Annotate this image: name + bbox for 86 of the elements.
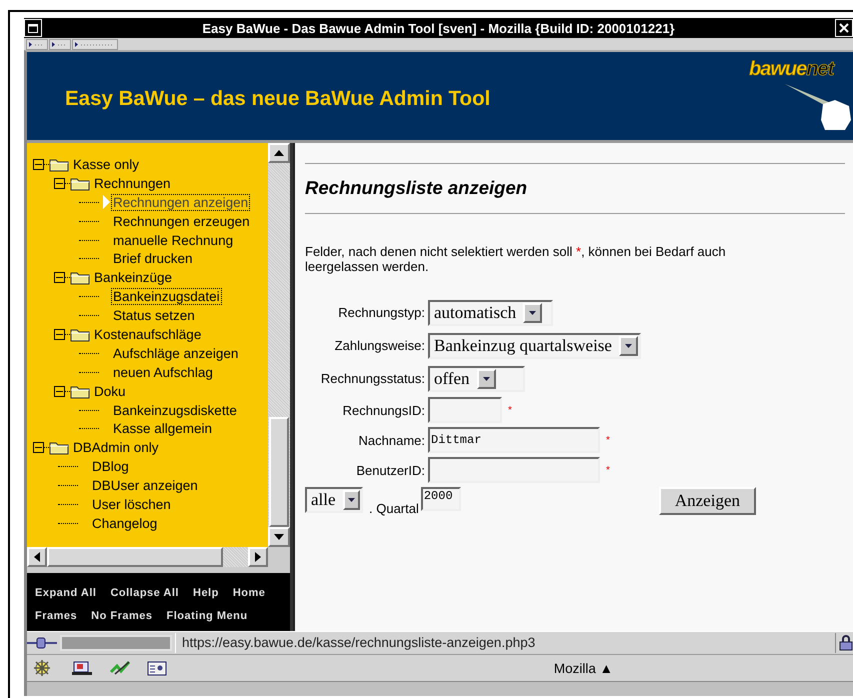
tree-item[interactable]: Changelog [90,514,160,532]
tree-item[interactable]: Rechnungen anzeigen [111,194,250,211]
collapse-icon[interactable] [54,328,65,340]
required-mark: * [606,464,610,476]
window-title: Easy BaWue - Das Bawue Admin Tool [sven] - Mozilla {Build ID: 2000101221} [201,20,676,36]
field-label: RechnungsID: [342,402,426,418]
nav-link[interactable]: Frames [35,610,78,622]
tree-item[interactable]: DBUser anzeigen [90,477,200,494]
collapse-icon[interactable] [33,158,44,170]
collapse-icon[interactable] [54,272,65,284]
tree-item[interactable]: Rechnungen erzeugen [111,212,252,230]
tree-folder-label[interactable]: DBAdmin only [71,439,161,456]
nav-link[interactable]: Collapse All [110,586,179,598]
quarter-dropdown[interactable]: alle [305,487,363,513]
input-field[interactable] [428,397,502,423]
folder-icon [49,156,69,172]
dropdown[interactable]: automatisch [428,300,553,326]
input-field[interactable] [428,457,600,483]
taskbar-label[interactable]: Mozilla ▲ [554,660,613,676]
form-instructions: Felder, nach denen nicht selektiert werden soll *, können bei Bedarf auch leergelassen werden. [305,244,727,274]
address-book-icon[interactable] [147,660,167,676]
tree-folder-label[interactable]: Doku [92,382,128,400]
collapse-icon[interactable] [33,442,44,454]
folder-icon [49,440,69,456]
site-title: Easy BaWue – das neue BaWue Admin Tool [65,87,490,111]
scroll-thumb[interactable] [269,417,289,527]
tree-folder-label[interactable]: Kasse only [71,156,142,173]
site-logo: bawuenet [749,58,853,136]
caret-down-icon [528,310,538,316]
scroll-down-icon [274,534,284,540]
window-icon [28,24,38,32]
horizontal-scrollbar[interactable] [27,547,268,567]
tree-item[interactable]: manuelle Rechnung [111,232,236,248]
tree-item[interactable]: Bankeinzugsdatei [111,288,222,306]
nav-link[interactable]: Home [232,586,266,598]
caret-down-icon [346,497,356,503]
caret-down-icon [482,376,491,382]
padlock-icon [839,635,853,651]
tree-item[interactable]: neuen Aufschlag [111,364,215,381]
window-menu-button[interactable] [24,19,42,37]
close-icon [839,23,849,33]
collapsed-toolbar-tab[interactable] [49,38,71,50]
scroll-right-icon [255,552,261,562]
close-button[interactable] [835,19,853,37]
tree-item[interactable]: Bankeinzugsdiskette [111,402,239,419]
status-url: https://easy.bawue.de/kasse/rechnungsliste-anzeigen.php3 [175,633,836,653]
tree-folder-label[interactable]: Rechnungen [92,174,173,192]
nav-link[interactable]: Help [193,586,219,598]
tree-folder-label[interactable]: Kostenaufschläge [92,326,204,343]
dropdown[interactable]: offen [428,366,525,392]
dropdown[interactable]: Bankeinzug quartalsweise [428,332,641,358]
year-field[interactable]: 2000 [420,487,461,511]
folder-icon [70,176,90,191]
field-label: Rechnungstyp: [337,305,426,320]
folder-icon [70,270,90,286]
tree-item[interactable]: Kasse allgemein [111,420,214,438]
tree-folder-label[interactable]: Bankeinzüge [92,269,174,286]
folder-icon [70,326,90,342]
show-button[interactable]: Anzeigen [658,487,756,515]
field-label: Zahlungsweise: [334,338,426,353]
nav-link[interactable]: Expand All [35,586,96,598]
folder-icon [70,384,90,399]
scroll-left-icon [34,552,40,562]
tree-item[interactable]: Brief drucken [111,250,195,268]
tree-item[interactable]: DBlog [90,458,131,476]
vertical-scrollbar[interactable] [268,143,290,547]
quarter-label: . Quartal [369,501,419,516]
scroll-thumb[interactable] [47,547,223,567]
input-field[interactable]: Dittmar [428,427,600,453]
tree-item[interactable]: User löschen [90,496,173,513]
collapse-icon[interactable] [54,386,65,397]
required-mark: * [606,434,610,446]
connection-icon [27,635,57,651]
required-mark: * [508,404,512,416]
caret-down-icon [624,342,633,348]
collapse-icon[interactable] [54,178,65,189]
tree-item[interactable]: Status setzen [111,307,197,324]
collapsed-toolbar-tab[interactable] [26,38,48,50]
nav-link[interactable]: Floating Menu [166,610,248,622]
scroll-up-icon [274,150,284,156]
field-label: Rechnungsstatus: [320,371,426,386]
field-label: Nachname: [358,432,426,448]
tree-item[interactable]: Aufschläge anzeigen [111,344,240,362]
field-label: BenutzerID: [355,462,426,478]
nav-link[interactable]: No Frames [91,610,152,622]
page-heading: Rechnungsliste anzeigen [305,176,528,200]
